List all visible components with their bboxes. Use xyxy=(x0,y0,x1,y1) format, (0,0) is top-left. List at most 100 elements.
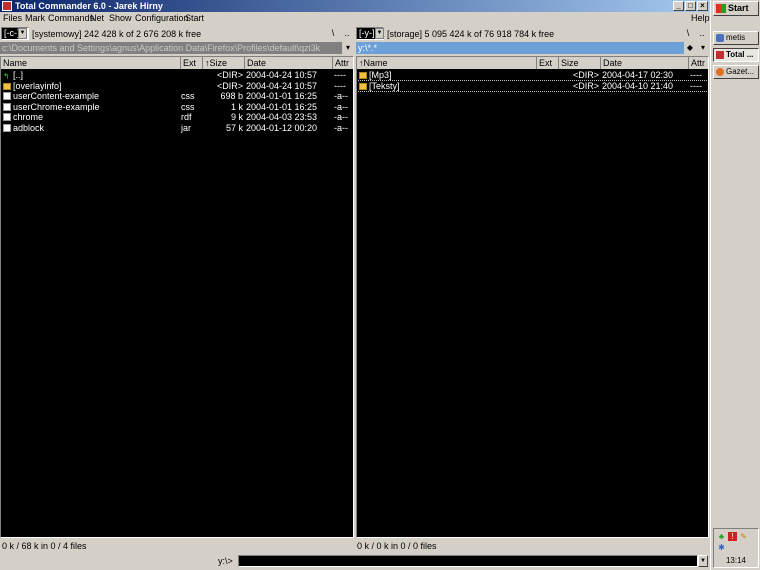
start-button[interactable]: Start xyxy=(713,1,759,16)
right-col-ext[interactable]: Ext xyxy=(537,57,559,69)
file-row[interactable]: ↰ [..] <DIR> 2004-04-24 10:57 ---- xyxy=(1,70,353,81)
file-attr: ---- xyxy=(690,70,702,80)
settings-tray-icon[interactable]: ✱ xyxy=(717,543,726,552)
total-commander-window: Total Commander 6.0 - Jarek Hirny _ □ × … xyxy=(0,0,710,570)
file-date: 2004-01-01 16:25 xyxy=(246,101,318,112)
maximize-button[interactable]: □ xyxy=(685,1,696,11)
file-ext: css xyxy=(181,101,195,112)
metis-app-icon xyxy=(716,34,724,42)
left-path-bar[interactable]: c:\Documents and Settings\agnus\Applicat… xyxy=(0,42,342,54)
file-date: 2004-04-24 10:57 xyxy=(246,80,318,91)
menu-commands[interactable]: Commands xyxy=(48,12,94,25)
start-button-label: Start xyxy=(728,3,749,13)
command-line-label: y:\> xyxy=(218,556,233,566)
right-hotlist-button[interactable]: ◆ xyxy=(684,42,696,54)
right-col-name[interactable]: ↑Name xyxy=(357,57,537,69)
file-icon xyxy=(3,92,11,100)
task-metis[interactable]: metis xyxy=(713,31,759,45)
right-root-button[interactable]: \ xyxy=(682,27,694,41)
left-status-bar: 0 k / 68 k in 0 / 4 files xyxy=(2,541,87,551)
file-name-cell: userChrome-example xyxy=(3,102,179,113)
left-col-ext[interactable]: Ext xyxy=(181,57,203,69)
antivirus-tray-icon[interactable]: ! xyxy=(728,532,737,541)
file-attr: ---- xyxy=(690,80,702,91)
left-col-size[interactable]: ↑Size xyxy=(203,57,245,69)
clock[interactable]: 13:14 xyxy=(714,556,758,565)
menu-configuration[interactable]: Configuration xyxy=(135,12,189,25)
firefox-app-icon xyxy=(716,68,724,76)
left-up-button[interactable]: .. xyxy=(341,27,353,41)
file-name: [Teksty] xyxy=(369,80,400,91)
file-name-cell: chrome xyxy=(3,112,179,123)
task-total-commander[interactable]: Total ... xyxy=(713,48,759,62)
right-file-panel[interactable]: ↑Name Ext Size Date Attr [Mp3] <DIR> 2004-… xyxy=(356,56,709,538)
file-icon xyxy=(3,102,11,111)
file-row[interactable]: userChrome-example css 1 k 2004-01-01 16:25… xyxy=(1,102,353,113)
left-root-button[interactable]: \ xyxy=(327,27,339,41)
file-row[interactable]: chrome rdf 9 k 2004-04-03 23:53 -a-- xyxy=(1,112,353,123)
left-col-name[interactable]: Name xyxy=(1,57,181,69)
file-icon xyxy=(3,113,11,121)
file-size: 57 k xyxy=(225,122,243,133)
tool-tray-icon[interactable]: ✎ xyxy=(739,532,748,541)
menu-show[interactable]: Show xyxy=(109,12,132,25)
close-button[interactable]: × xyxy=(697,1,708,11)
app-icon xyxy=(2,1,12,11)
left-col-date[interactable]: Date xyxy=(245,57,333,69)
task-label: Total ... xyxy=(726,50,754,59)
file-row[interactable]: adblock jar 57 k 2004-01-12 00:20 -a-- xyxy=(1,123,353,134)
file-row[interactable]: userContent-example css 698 b 2004-01-01 16… xyxy=(1,91,353,102)
file-name-cell: ↰ [..] xyxy=(3,70,179,81)
file-name: [Mp3] xyxy=(369,70,392,80)
window-title: Total Commander 6.0 - Jarek Hirny xyxy=(15,1,163,11)
system-tray: ♣ ! ✎ ✱ 13:14 xyxy=(713,528,759,568)
menu-files[interactable]: Files xyxy=(3,12,22,25)
left-drive-info: [systemowy] 242 428 k of 2 676 208 k fre… xyxy=(32,29,202,39)
file-name: [overlayinfo] xyxy=(13,80,62,91)
command-history-dropdown-icon[interactable]: ▼ xyxy=(698,555,708,567)
file-ext: jar xyxy=(181,122,192,133)
right-drive-dropdown-icon[interactable]: ▼ xyxy=(375,28,384,39)
file-attr: ---- xyxy=(334,80,346,91)
menu-net[interactable]: Net xyxy=(90,12,104,25)
menu-start[interactable]: Start xyxy=(185,12,204,25)
right-col-attr[interactable]: Attr xyxy=(689,57,708,69)
right-path-bar[interactable]: y:\*.* xyxy=(356,42,684,54)
left-file-panel[interactable]: Name Ext ↑Size Date Attr ↰ [..] <DIR> 2004-… xyxy=(0,56,354,538)
menu-mark[interactable]: Mark xyxy=(25,12,45,25)
right-drive-info: [storage] 5 095 424 k of 76 918 784 k fr… xyxy=(387,29,555,39)
right-drive-bar: [-y-] ▼ [storage] 5 095 424 k of 76 918 … xyxy=(355,27,710,41)
right-up-button[interactable]: .. xyxy=(696,27,708,41)
title-bar[interactable]: Total Commander 6.0 - Jarek Hirny _ □ × xyxy=(0,0,710,12)
right-column-headers: ↑Name Ext Size Date Attr xyxy=(357,57,708,69)
file-name: chrome xyxy=(13,112,44,122)
file-row[interactable]: [Teksty] <DIR> 2004-04-10 21:40 ---- xyxy=(357,79,708,92)
file-size: <DIR> xyxy=(216,80,243,91)
right-col-size[interactable]: Size xyxy=(559,57,601,69)
file-name-cell: [Teksty] xyxy=(359,81,535,92)
right-col-date[interactable]: Date xyxy=(601,57,689,69)
command-line-input[interactable] xyxy=(238,555,698,567)
network-tray-icon[interactable]: ♣ xyxy=(717,532,726,541)
file-date: 2004-04-03 23:53 xyxy=(246,112,318,122)
file-name: userContent-example xyxy=(13,91,100,101)
file-name: adblock xyxy=(13,122,45,133)
file-name: [..] xyxy=(13,70,24,80)
file-attr: -a-- xyxy=(334,122,348,133)
left-history-button[interactable]: ▾ xyxy=(342,42,354,54)
left-drive-dropdown-icon[interactable]: ▼ xyxy=(18,28,27,39)
file-size: 9 k xyxy=(230,112,243,122)
file-row[interactable]: [Mp3] <DIR> 2004-04-17 02:30 ---- xyxy=(357,70,708,81)
right-file-list: [Mp3] <DIR> 2004-04-17 02:30 ---- [Teksty] <D… xyxy=(357,70,708,92)
menu-help[interactable]: Help xyxy=(691,12,710,25)
left-file-list: ↰ [..] <DIR> 2004-04-24 10:57 ---- [overlayin… xyxy=(1,70,353,133)
folder-icon xyxy=(3,82,11,90)
task-gazeta[interactable]: Gazet... xyxy=(713,65,759,79)
file-size: 1 k xyxy=(230,101,243,112)
file-name: userChrome-example xyxy=(13,101,100,112)
left-col-attr[interactable]: Attr xyxy=(333,57,353,69)
file-row[interactable]: [overlayinfo] <DIR> 2004-04-24 10:57 ---- xyxy=(1,81,353,92)
right-history-button[interactable]: ▾ xyxy=(697,42,709,54)
minimize-button[interactable]: _ xyxy=(673,1,684,11)
right-status-bar: 0 k / 0 k in 0 / 0 files xyxy=(357,541,437,551)
